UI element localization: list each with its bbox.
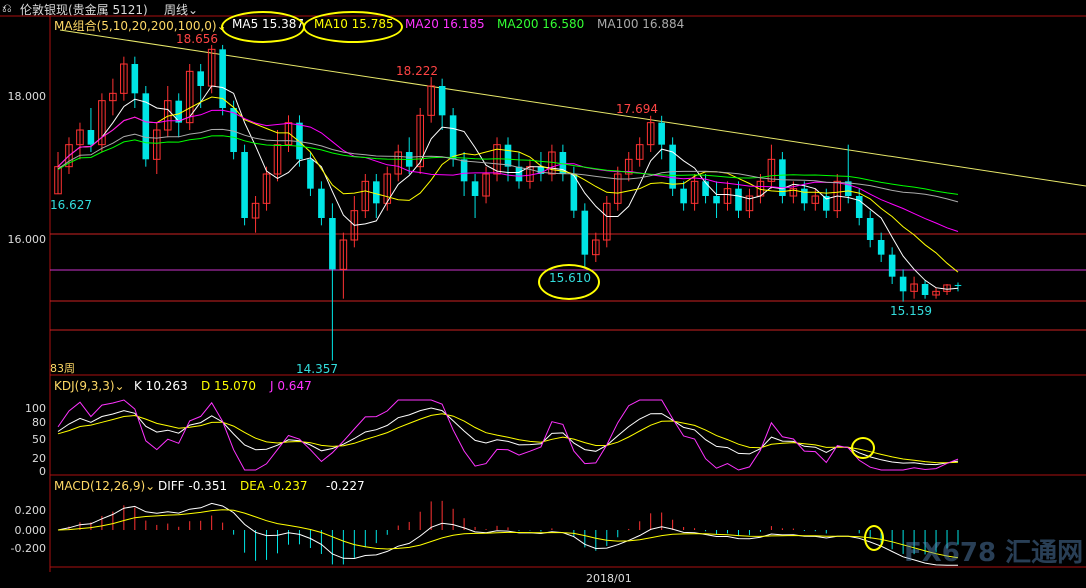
candle-body — [471, 181, 479, 196]
candle-body — [581, 210, 589, 255]
macd-y-tick: -0.200 — [10, 542, 46, 555]
highlight-circle — [538, 264, 600, 300]
x-axis-date: 2018/01 — [586, 572, 632, 585]
candle-body — [219, 49, 226, 108]
kdj-y-tick: 0 — [39, 465, 46, 478]
highlight-circle — [303, 11, 403, 43]
candle-body — [131, 64, 139, 94]
y-tick-label: 16.000 — [7, 233, 47, 246]
kdj-j-value: J 0.647 — [270, 379, 312, 393]
macd-dea-line — [57, 509, 959, 559]
annotation-high: 17.694 — [616, 102, 658, 116]
highlight-circle — [221, 11, 305, 43]
chevron-down-icon: ⌄ — [114, 379, 125, 393]
candle-body — [899, 276, 907, 292]
macd-value: -0.227 — [326, 479, 365, 493]
candle-body — [318, 188, 325, 218]
kdj-d-line — [57, 413, 959, 464]
candle-body — [515, 166, 523, 182]
macd-diff-line — [57, 502, 958, 566]
candle-body — [877, 240, 885, 255]
annotation-high: 18.222 — [396, 64, 438, 78]
annotation-low: 14.357 — [296, 362, 338, 376]
candle-body — [680, 188, 687, 204]
candle-body — [713, 196, 720, 204]
kdj-y-tick: 20 — [32, 452, 46, 465]
candle-body — [735, 188, 742, 211]
candle-body — [504, 144, 512, 167]
candle-body — [702, 181, 709, 196]
annotation-low: 15.159 — [890, 304, 932, 318]
macd-label[interactable]: MACD(12,26,9)⌄ — [54, 479, 155, 493]
trendline — [59, 29, 1086, 187]
annotation-high: 18.656 — [176, 32, 218, 46]
candle-body — [460, 159, 468, 182]
candle-body — [438, 86, 446, 116]
candle-body — [921, 284, 929, 295]
kdj-d-value: D 15.070 — [201, 379, 257, 393]
candle-body — [373, 181, 380, 204]
candle-body — [801, 188, 808, 204]
ma10-line — [57, 96, 959, 273]
candle-body — [230, 108, 237, 152]
candle-body — [449, 115, 457, 160]
chart-canvas — [0, 15, 1086, 572]
highlight-circle — [864, 525, 884, 551]
candle-body — [241, 152, 248, 218]
macd-dea-value: DEA -0.237 — [240, 479, 308, 493]
macd-diff-value: DIFF -0.351 — [158, 479, 228, 493]
kdj-y-tick: 80 — [32, 416, 46, 429]
candle-body — [954, 284, 962, 286]
candle-body — [307, 159, 314, 189]
annotation-low: 16.627 — [50, 198, 92, 212]
candle-body — [658, 122, 665, 145]
y-tick-label: 18.000 — [7, 90, 47, 103]
weeks-label: 83周 — [50, 362, 75, 375]
kdj-k-line — [57, 407, 959, 466]
candle-body — [87, 130, 95, 145]
ma20-value: MA20 16.185 — [405, 17, 485, 31]
kdj-j-line — [57, 399, 959, 471]
ma100-value: MA100 16.884 — [597, 17, 685, 31]
ma200-value: MA200 16.580 — [497, 17, 585, 31]
candle-body — [197, 71, 204, 86]
kdj-k-value: K 10.263 — [134, 379, 188, 393]
kdj-y-tick: 100 — [25, 402, 46, 415]
macd-y-tick: 0.200 — [14, 504, 47, 517]
kdj-label[interactable]: KDJ(9,3,3)⌄ — [54, 379, 125, 393]
candle-body — [888, 254, 896, 277]
highlight-circle — [851, 437, 875, 459]
chevron-down-icon: ⌄ — [145, 479, 156, 493]
kdj-y-tick: 50 — [32, 433, 46, 446]
macd-y-tick: 0.000 — [14, 524, 47, 537]
candle-body — [329, 218, 336, 270]
candle-body — [866, 218, 874, 240]
watermark: FX678 汇通网 — [904, 538, 1084, 568]
candle-body — [779, 159, 786, 196]
